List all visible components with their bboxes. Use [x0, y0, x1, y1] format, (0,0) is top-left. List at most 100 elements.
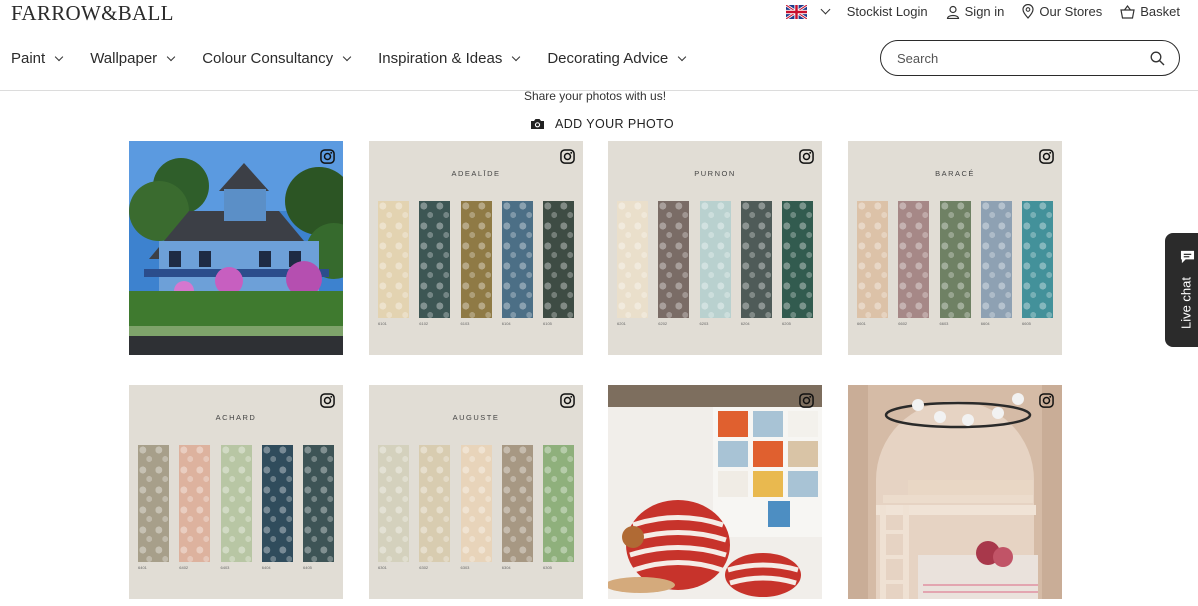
- instagram-icon: [799, 393, 814, 408]
- share-heading: Share your photos with us!: [523, 89, 667, 103]
- swatch-code: 6104: [501, 321, 511, 326]
- swatch-code: 6401: [138, 565, 147, 570]
- swatch-code: 6205: [782, 321, 791, 326]
- nav-item-decorating-advice[interactable]: Decorating Advice: [547, 50, 687, 67]
- swatch-codes: 6101 6102 6103 6104 6105: [378, 321, 574, 326]
- utility-bar: Stockist Login Sign in Our Stores Basket: [785, 4, 1180, 19]
- wallpaper-swatch: [857, 201, 888, 318]
- swatch-code: 6102: [419, 321, 429, 326]
- main-nav: Paint Wallpaper Colour Consultancy Inspi…: [11, 50, 713, 67]
- uk-flag-icon: [785, 4, 807, 19]
- chevron-down-icon: [820, 4, 831, 15]
- stockist-login-label: Stockist Login: [846, 4, 928, 19]
- swatch-code: 6204: [740, 321, 750, 326]
- wallpaper-swatch: [419, 445, 451, 562]
- nav-item-label: Paint: [11, 50, 46, 67]
- wallpaper-swatch: [1022, 201, 1053, 318]
- instagram-icon: [1039, 149, 1054, 164]
- swatch-code: 6202: [658, 321, 668, 326]
- pattern-title: ACHARD: [215, 413, 257, 422]
- swatch-code: 6605: [1022, 321, 1031, 326]
- wallpaper-swatch: [980, 201, 1012, 318]
- swatch-code: 6405: [303, 565, 312, 570]
- wallpaper-swatch: [460, 445, 492, 562]
- swatch-code: 6404: [261, 565, 271, 570]
- nav-item-wallpaper[interactable]: Wallpaper: [90, 50, 176, 67]
- instagram-icon: [320, 149, 335, 164]
- swatch-code: 6105: [543, 321, 552, 326]
- sign-in-link[interactable]: Sign in: [946, 4, 1005, 19]
- swatch-codes: 6301 6302 6303 6304 6305: [378, 565, 574, 570]
- add-photo-label: ADD YOUR PHOTO: [555, 117, 675, 131]
- gallery-tile[interactable]: ADEALĪDE 6101 6102 6103 6104 6105: [369, 141, 583, 355]
- gallery-tile[interactable]: BARACÉ 6601 6602 6603 6604 6605: [848, 141, 1062, 355]
- basket-label: Basket: [1140, 4, 1180, 19]
- swatch-code: 6302: [419, 565, 429, 570]
- wallpaper-swatches: [378, 201, 574, 318]
- swatch-code: 6203: [699, 321, 709, 326]
- wallpaper-swatches: [138, 445, 334, 562]
- location-pin-icon: [1022, 4, 1034, 19]
- swatch-codes: 6601 6602 6603 6604 6605: [857, 321, 1053, 326]
- camera-icon: [531, 119, 544, 129]
- swatch-code: 6201: [617, 321, 626, 326]
- gallery-tile[interactable]: [129, 141, 343, 355]
- live-chat-button[interactable]: Live chat: [1165, 233, 1198, 347]
- swatch-code: 6603: [939, 321, 949, 326]
- pattern-title: BARACÉ: [935, 169, 975, 178]
- add-photo-button[interactable]: ADD YOUR PHOTO: [530, 117, 674, 131]
- nav-item-label: Wallpaper: [90, 50, 158, 67]
- nav-item-label: Inspiration & Ideas: [378, 50, 503, 67]
- wallpaper-swatch: [939, 201, 971, 318]
- swatch-code: 6604: [980, 321, 990, 326]
- stockist-login-link[interactable]: Stockist Login: [847, 4, 928, 19]
- search-box[interactable]: [880, 40, 1180, 76]
- chevron-down-icon: [342, 52, 352, 61]
- swatch-code: 6101: [378, 321, 387, 326]
- chevron-down-icon: [54, 52, 64, 61]
- swatch-code: 6304: [501, 565, 511, 570]
- wallpaper-swatch: [543, 445, 574, 562]
- our-stores-link[interactable]: Our Stores: [1022, 4, 1102, 19]
- wallpaper-swatch: [898, 201, 930, 318]
- country-selector[interactable]: [785, 4, 831, 19]
- nav-item-paint[interactable]: Paint: [11, 50, 64, 67]
- gallery-tile[interactable]: AUGUSTE 6301 6302 6303 6304 6305: [369, 385, 583, 599]
- chevron-down-icon: [512, 52, 521, 61]
- search-input[interactable]: [897, 50, 1150, 66]
- live-chat-label: Live chat: [1178, 276, 1194, 330]
- wallpaper-swatch: [617, 201, 648, 318]
- arched-bunk-bed-nook-photo: [848, 385, 1062, 599]
- wallpaper-swatches: [857, 201, 1053, 318]
- sign-in-label: Sign in: [964, 4, 1005, 19]
- swatch-codes: 6201 6202 6203 6204 6205: [617, 321, 813, 326]
- swatch-code: 6103: [460, 321, 470, 326]
- nav-item-inspiration-ideas[interactable]: Inspiration & Ideas: [378, 50, 521, 67]
- wallpaper-swatch: [501, 445, 533, 562]
- wallpaper-swatch: [378, 445, 409, 562]
- wallpaper-swatch: [782, 201, 813, 318]
- chat-bubble-icon: [1180, 250, 1195, 264]
- swatch-code: 6602: [898, 321, 908, 326]
- our-stores-label: Our Stores: [1039, 4, 1103, 19]
- gallery-tile[interactable]: PURNON 6201 6202 6203 6204 6205: [608, 141, 822, 355]
- gallery-tile[interactable]: [848, 385, 1062, 599]
- wallpaper-swatch: [699, 201, 731, 318]
- nav-item-colour-consultancy[interactable]: Colour Consultancy: [202, 50, 352, 67]
- swatch-code: 6403: [220, 565, 230, 570]
- wallpaper-swatches: [617, 201, 813, 318]
- wallpaper-swatch: [740, 201, 772, 318]
- wallpaper-swatch: [138, 445, 169, 562]
- wallpaper-swatch: [501, 201, 533, 318]
- wallpaper-swatch: [378, 201, 409, 318]
- basket-link[interactable]: Basket: [1120, 4, 1180, 19]
- chevron-down-icon: [166, 52, 176, 61]
- instagram-icon: [560, 149, 575, 164]
- basket-icon: [1120, 4, 1135, 19]
- swatch-code: 6305: [543, 565, 552, 570]
- instagram-icon: [320, 393, 335, 408]
- brand-logo[interactable]: FARROW&BALL: [11, 1, 174, 26]
- search-icon[interactable]: [1150, 51, 1165, 66]
- gallery-tile[interactable]: [608, 385, 822, 599]
- gallery-tile[interactable]: ACHARD 6401 6402 6403 6404 6405: [129, 385, 343, 599]
